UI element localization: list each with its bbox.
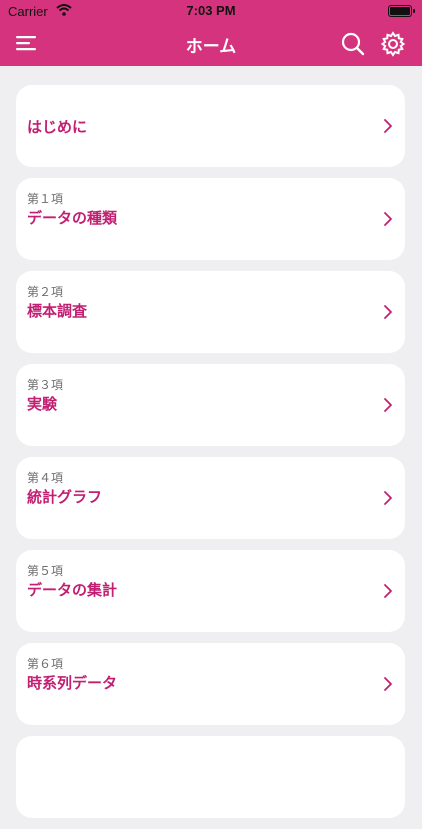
chevron-right-icon xyxy=(383,676,393,692)
list-item-label: データの種類 xyxy=(27,209,118,227)
list-item-label: はじめに xyxy=(27,118,88,136)
gear-icon[interactable] xyxy=(380,31,406,57)
status-bar: Carrier 7:03 PM xyxy=(0,0,422,22)
chevron-right-icon xyxy=(383,211,393,227)
list-item-label: 実験 xyxy=(27,395,58,413)
chapter-list: はじめに 第１項 データの種類 第２項 標本調査 第３項 実験 第４項 統計グラ… xyxy=(16,85,405,829)
list-item-section-number: 第４項 xyxy=(27,471,64,485)
list-item-intro[interactable]: はじめに xyxy=(16,85,405,167)
chevron-right-icon xyxy=(383,583,393,599)
list-item-section-3[interactable]: 第３項 実験 xyxy=(16,364,405,446)
status-time: 7:03 PM xyxy=(186,3,236,18)
chevron-right-icon xyxy=(383,118,393,134)
search-icon[interactable] xyxy=(340,31,366,57)
list-item-section-5[interactable]: 第５項 データの集計 xyxy=(16,550,405,632)
list-item-section-1[interactable]: 第１項 データの種類 xyxy=(16,178,405,260)
list-item-section-number: 第６項 xyxy=(27,657,64,671)
list-item-section-number: 第３項 xyxy=(27,378,64,392)
list-item-label: 標本調査 xyxy=(27,302,88,320)
list-item-partial[interactable] xyxy=(16,736,405,818)
list-item-label: 時系列データ xyxy=(27,674,118,692)
list-item-section-number: 第２項 xyxy=(27,285,64,299)
chevron-right-icon xyxy=(383,397,393,413)
list-item-section-6[interactable]: 第６項 時系列データ xyxy=(16,643,405,725)
chevron-right-icon xyxy=(383,490,393,506)
list-item-section-4[interactable]: 第４項 統計グラフ xyxy=(16,457,405,539)
list-item-label: 統計グラフ xyxy=(27,488,103,506)
list-item-section-number: 第１項 xyxy=(27,192,64,206)
list-item-section-number: 第５項 xyxy=(27,564,64,578)
battery-icon xyxy=(388,5,415,17)
app-header: Carrier 7:03 PM ホーム xyxy=(0,0,422,66)
list-item-label: データの集計 xyxy=(27,581,118,599)
nav-bar: ホーム xyxy=(0,22,422,66)
chevron-right-icon xyxy=(383,304,393,320)
list-item-section-2[interactable]: 第２項 標本調査 xyxy=(16,271,405,353)
